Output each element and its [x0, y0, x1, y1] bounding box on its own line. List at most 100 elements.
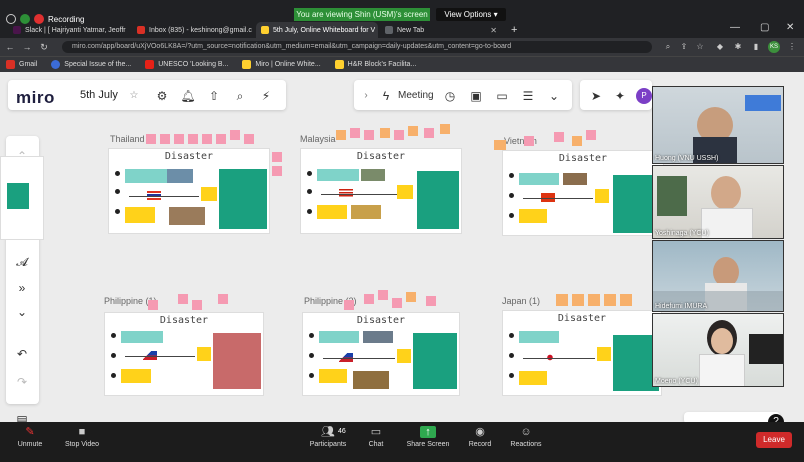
background-desk — [749, 334, 783, 364]
sticky-yellow — [317, 205, 347, 219]
chevron-down-icon[interactable]: ⌄ — [546, 88, 562, 104]
bookmark-miro[interactable]: Miro | Online White... — [242, 60, 321, 69]
star-icon[interactable]: ☆ — [126, 88, 142, 104]
reactions-button[interactable]: ☺ Reactions — [496, 426, 556, 448]
background-blue — [745, 95, 781, 111]
forward-icon[interactable]: → — [20, 42, 34, 52]
sticky-pink — [394, 130, 404, 140]
participant-name: Moeno (YCU) — [655, 378, 698, 385]
unmute-button[interactable]: ✎ Unmute — [0, 426, 60, 448]
sticky-pink — [364, 130, 374, 140]
meeting-button[interactable]: Meeting — [398, 90, 434, 101]
tab-new-tab[interactable]: New Tab ✕ — [380, 22, 502, 38]
more-tools-icon[interactable]: » — [14, 280, 30, 296]
lightning-icon[interactable]: ϟ — [378, 88, 394, 104]
pen-icon[interactable]: 𝓐 — [14, 254, 30, 270]
partial-frame[interactable] — [0, 156, 44, 240]
frame-malaysia[interactable]: Disaster — [300, 148, 462, 234]
sticky-pink — [216, 134, 226, 144]
sticky-orange — [406, 292, 416, 302]
bookmark-hr-block[interactable]: H&R Block's Facilita... — [334, 60, 416, 69]
notes-icon[interactable]: ☰ — [520, 88, 536, 104]
tab-slack[interactable]: Slack | [ Hajriyanti Yatmar, Jeoffr ✕ — [8, 22, 130, 38]
frame-thailand[interactable]: Disaster — [108, 148, 270, 234]
participant-face — [711, 176, 741, 210]
wordpress-icon — [51, 60, 61, 69]
minimize-icon[interactable]: — — [730, 22, 740, 33]
frame-philippine-2[interactable]: Disaster — [302, 312, 460, 396]
participant-video-2[interactable]: Yoshinaga (YCU) — [652, 165, 784, 239]
confetti-icon[interactable]: ✦ — [612, 88, 628, 104]
expand-icon[interactable]: ⌄ — [14, 304, 30, 320]
menu-icon[interactable]: ⋮ — [786, 41, 798, 53]
tab-miro[interactable]: 5th July, Online Whiteboard for V ✕ — [256, 22, 378, 38]
photo — [353, 371, 389, 389]
smiley-icon: ☺ — [520, 426, 532, 438]
connector — [323, 358, 395, 359]
share-screen-button[interactable]: ↑ Share Screen — [398, 426, 458, 448]
close-window-icon[interactable]: ✕ — [786, 22, 794, 33]
frame-japan-1[interactable]: Disaster — [502, 310, 662, 396]
chevron-right-icon[interactable]: › — [358, 88, 374, 104]
sticky-yellow — [397, 349, 411, 363]
frame-label-thailand: Thailand — [110, 134, 145, 144]
bullet — [115, 209, 120, 214]
participants-count: 46 — [338, 428, 346, 435]
sidebar-icon[interactable]: ▮ — [750, 41, 762, 53]
miro-logo[interactable]: miro — [16, 88, 55, 108]
leave-button[interactable]: Leave — [756, 432, 792, 448]
stop-video-button[interactable]: ■ Stop Video — [52, 426, 112, 448]
participant-video-3[interactable]: Hidefumi IMURA — [652, 240, 784, 312]
close-icon[interactable]: ✕ — [490, 26, 497, 35]
upload-icon[interactable]: ⇧ — [206, 88, 222, 104]
plug-icon[interactable]: ⚡︎ — [258, 88, 274, 104]
participant-name: Huong (VNU USSH) — [655, 155, 719, 162]
presentation-icon[interactable]: ▭ — [494, 88, 510, 104]
puzzle-icon[interactable]: ✱ — [732, 41, 744, 53]
sticky-orange — [588, 294, 600, 306]
reload-icon[interactable]: ↻ — [37, 42, 51, 53]
maximize-icon[interactable]: ▢ — [760, 22, 769, 33]
participant-video-4[interactable]: Moeno (YCU) — [652, 313, 784, 387]
tab-gmail[interactable]: Inbox (835) - keshinong@gmail.c ✕ — [132, 22, 254, 38]
bookmark-gmail[interactable]: Gmail — [6, 60, 37, 69]
share-icon[interactable]: ⇪ — [678, 41, 690, 53]
undo-icon[interactable]: ↶ — [14, 346, 30, 362]
share-banner: You are viewing Shin (USM)'s screen — [294, 8, 430, 21]
topic-note — [519, 331, 559, 343]
miro-icon — [261, 26, 269, 34]
extension-icon[interactable]: ◆ — [714, 41, 726, 53]
bell-icon[interactable]: 🔔︎ — [180, 88, 196, 104]
zoom-icon[interactable]: ⌕ — [662, 41, 674, 53]
redo-icon[interactable]: ↷ — [14, 374, 30, 390]
bookmark-star-icon[interactable]: ☆ — [694, 41, 706, 53]
board-name[interactable]: 5th July — [80, 89, 118, 101]
view-options-button[interactable]: View Options ▾ — [436, 8, 506, 21]
user-avatar[interactable]: P — [636, 88, 652, 104]
chat-button[interactable]: ▭ Chat — [346, 426, 406, 448]
search-icon[interactable]: ⌕ — [232, 88, 248, 104]
sticky-orange — [408, 126, 418, 136]
connector — [523, 198, 593, 199]
new-tab-button[interactable]: + — [506, 22, 522, 38]
frame-philippine-1[interactable]: Disaster — [104, 312, 264, 396]
connector — [523, 358, 595, 359]
cursor-icon[interactable]: ➤ — [588, 88, 604, 104]
sticky-pink — [272, 152, 282, 162]
green-block — [219, 169, 267, 229]
sticky-yellow — [121, 369, 151, 383]
timer-icon[interactable]: ◷ — [442, 88, 458, 104]
sticky-orange — [380, 128, 390, 138]
sticky-yellow — [519, 371, 547, 385]
sticky-orange — [604, 294, 616, 306]
frame-icon[interactable]: ▣ — [468, 88, 484, 104]
url-field[interactable]: miro.com/app/board/uXjVOo6LK8A=/?utm_sou… — [62, 41, 652, 53]
profile-avatar[interactable]: KS — [768, 41, 780, 53]
participant-video-1[interactable]: Huong (VNU USSH) — [652, 86, 784, 164]
bookmark-special-issue[interactable]: Special Issue of the... — [51, 60, 131, 69]
settings-icon[interactable]: ⚙ — [154, 88, 170, 104]
back-icon[interactable]: ← — [3, 42, 17, 52]
frame-vietnam[interactable]: Disaster — [502, 150, 664, 236]
topic-note — [317, 169, 359, 181]
bookmark-unesco[interactable]: UNESCO 'Looking B... — [145, 60, 228, 69]
